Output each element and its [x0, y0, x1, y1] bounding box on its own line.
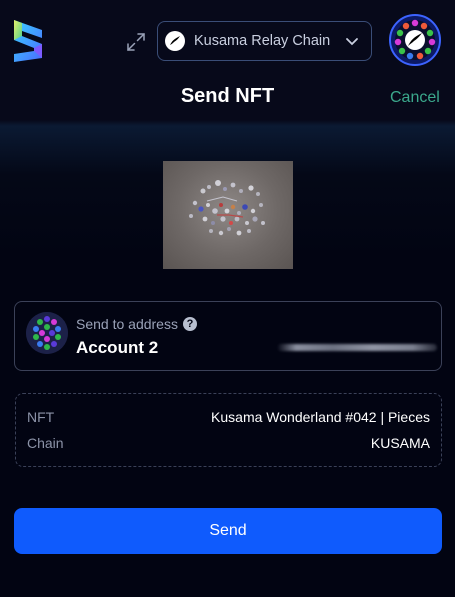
- send-to-address-label: Send to address ?: [76, 316, 197, 332]
- send-to-address-text: Send to address: [76, 316, 178, 332]
- kusama-icon: [165, 31, 185, 51]
- network-selector[interactable]: Kusama Relay Chain: [157, 21, 372, 61]
- nft-image: [163, 161, 293, 269]
- send-button[interactable]: Send: [14, 508, 442, 554]
- top-bar: Kusama Relay Chain Send NFT Cancel: [0, 0, 455, 107]
- help-icon[interactable]: ?: [182, 317, 197, 331]
- recipient-avatar: [26, 312, 68, 354]
- network-name: Kusama Relay Chain: [194, 33, 331, 49]
- detail-key: Chain: [27, 435, 64, 451]
- detail-row-nft: NFT Kusama Wonderland #042 | Pieces: [27, 409, 430, 427]
- recipient-account-name: Account 2: [76, 338, 159, 357]
- redacted-address: [277, 344, 437, 351]
- detail-value: Kusama Wonderland #042 | Pieces: [211, 409, 430, 425]
- page-title: Send NFT: [180, 85, 275, 107]
- detail-row-chain: Chain KUSAMA: [27, 435, 430, 453]
- cancel-button[interactable]: Cancel: [390, 89, 440, 107]
- account-avatar[interactable]: [389, 14, 441, 66]
- nft-details-box: NFT Kusama Wonderland #042 | Pieces Chai…: [15, 393, 442, 467]
- expand-icon[interactable]: [125, 31, 147, 53]
- recipient-address-field[interactable]: Send to address ? Account 2: [14, 301, 442, 371]
- detail-value: KUSAMA: [370, 435, 430, 451]
- chevron-down-icon: [345, 34, 359, 48]
- detail-key: NFT: [27, 409, 55, 425]
- send-nft-screen: Kusama Relay Chain Send NFT Cancel Send …: [0, 0, 455, 597]
- subwallet-logo-icon: [12, 18, 44, 64]
